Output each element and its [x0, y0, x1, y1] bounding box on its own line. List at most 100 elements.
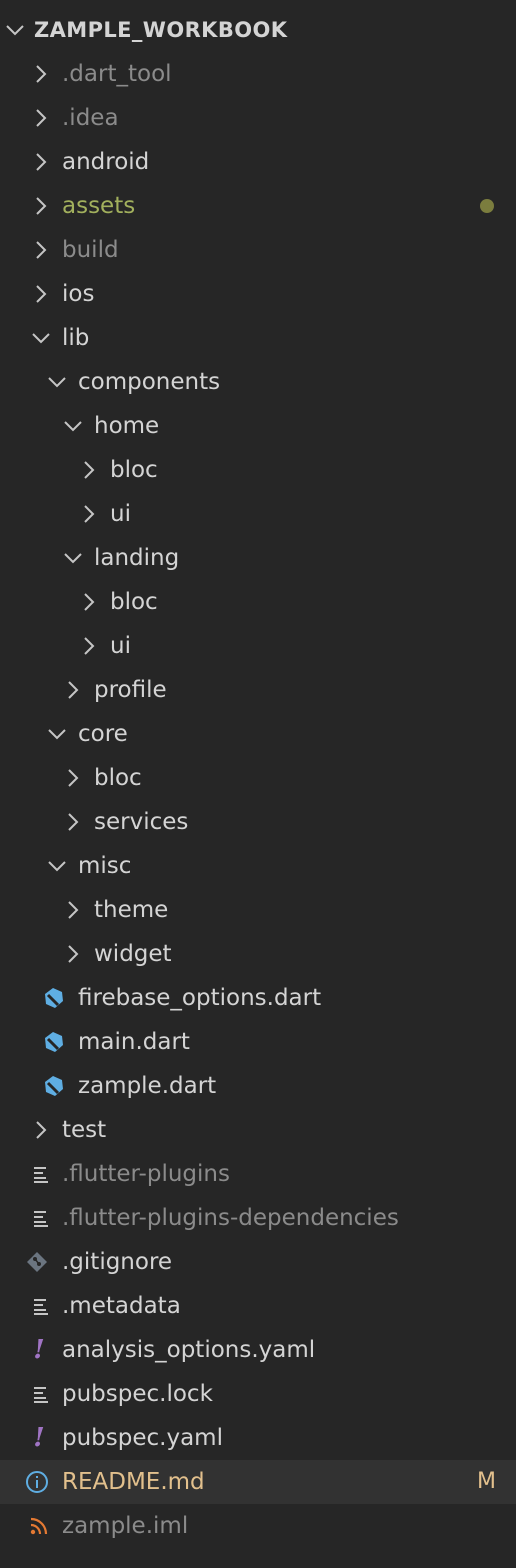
tree-folder-core-services[interactable]: services — [0, 800, 516, 844]
tree-folder-landing-bloc[interactable]: bloc — [0, 580, 516, 624]
tree-file-label: firebase_options.dart — [78, 985, 322, 1011]
tree-folder-landing[interactable]: landing — [0, 536, 516, 580]
tree-folder-core-bloc[interactable]: bloc — [0, 756, 516, 800]
chevron-right-icon[interactable] — [60, 756, 86, 800]
chevron-right-icon[interactable] — [76, 492, 102, 536]
tree-folder-profile[interactable]: profile — [0, 668, 516, 712]
root-folder-label: ZAMPLE_WORKBOOK — [34, 18, 288, 42]
tree-folder-ios[interactable]: ios — [0, 272, 516, 316]
tree-folder-home-bloc[interactable]: bloc — [0, 448, 516, 492]
chevron-right-icon[interactable] — [28, 272, 54, 316]
chevron-right-icon[interactable] — [60, 888, 86, 932]
tree-folder-home[interactable]: home — [0, 404, 516, 448]
chevron-right-icon[interactable] — [76, 580, 102, 624]
chevron-down-icon[interactable] — [60, 536, 86, 580]
dart-icon — [40, 1020, 66, 1064]
dart-icon — [40, 976, 66, 1020]
tree-file-label: .metadata — [62, 1293, 181, 1319]
tree-folder-label: landing — [94, 545, 180, 571]
tree-folder-label: components — [78, 369, 221, 395]
tree-file-label: analysis_options.yaml — [62, 1337, 316, 1363]
chevron-right-icon[interactable] — [28, 52, 54, 96]
chevron-down-icon[interactable] — [60, 404, 86, 448]
tree-folder-build[interactable]: build — [0, 228, 516, 272]
chevron-right-icon[interactable] — [60, 800, 86, 844]
lines-icon — [28, 1284, 54, 1328]
dart-icon — [40, 1064, 66, 1108]
tree-file-main-dart[interactable]: main.dart — [0, 1020, 516, 1064]
tree-folder-label: android — [62, 149, 150, 175]
chevron-right-icon[interactable] — [28, 140, 54, 184]
lines-icon — [28, 1372, 54, 1416]
tree-file-label: zample.dart — [78, 1073, 217, 1099]
tree-folder-assets[interactable]: assets — [0, 184, 516, 228]
chevron-down-icon[interactable] — [28, 316, 54, 360]
tree-file-label: README.md — [62, 1469, 205, 1495]
chevron-down-icon[interactable] — [44, 360, 70, 404]
lines-icon — [28, 1196, 54, 1240]
rss-icon — [26, 1504, 52, 1548]
lines-icon — [28, 1152, 54, 1196]
yaml-icon: ! — [33, 1423, 45, 1453]
tree-folder-label: bloc — [110, 589, 158, 615]
tree-folder-label: ui — [110, 501, 131, 527]
tree-file-metadata[interactable]: .metadata — [0, 1284, 516, 1328]
tree-folder-misc-theme[interactable]: theme — [0, 888, 516, 932]
tree-file-pubspec-yaml[interactable]: ! pubspec.yaml — [0, 1416, 516, 1460]
chevron-down-icon[interactable] — [2, 8, 28, 52]
tree-folder-misc-widget[interactable]: widget — [0, 932, 516, 976]
tree-file-label: .flutter-plugins-dependencies — [62, 1205, 399, 1231]
chevron-right-icon[interactable] — [60, 932, 86, 976]
tree-file-label: pubspec.lock — [62, 1381, 213, 1407]
tree-folder-label: ios — [62, 281, 95, 307]
tree-file-gitignore[interactable]: .gitignore — [0, 1240, 516, 1284]
tree-folder-label: services — [94, 809, 189, 835]
tree-folder-label: misc — [78, 853, 132, 879]
chevron-right-icon[interactable] — [28, 1108, 54, 1152]
chevron-down-icon[interactable] — [44, 844, 70, 888]
info-icon — [24, 1460, 50, 1504]
tree-file-firebase-options[interactable]: firebase_options.dart — [0, 976, 516, 1020]
tree-file-readme[interactable]: README.md M — [0, 1460, 516, 1504]
tree-folder-label: .dart_tool — [62, 61, 172, 87]
tree-file-zample-iml[interactable]: zample.iml — [0, 1504, 516, 1548]
tree-folder-dart-tool[interactable]: .dart_tool — [0, 52, 516, 96]
yaml-icon: ! — [33, 1335, 45, 1365]
tree-file-label: .gitignore — [62, 1249, 173, 1275]
explorer-root-folder[interactable]: ZAMPLE_WORKBOOK — [0, 8, 516, 52]
tree-folder-label: bloc — [110, 457, 158, 483]
chevron-right-icon[interactable] — [28, 96, 54, 140]
tree-folder-label: widget — [94, 941, 172, 967]
tree-file-label: main.dart — [78, 1029, 190, 1055]
chevron-right-icon[interactable] — [76, 624, 102, 668]
tree-folder-label: lib — [62, 325, 90, 351]
tree-folder-idea[interactable]: .idea — [0, 96, 516, 140]
tree-folder-android[interactable]: android — [0, 140, 516, 184]
tree-folder-test[interactable]: test — [0, 1108, 516, 1152]
tree-folder-label: core — [78, 721, 128, 747]
tree-folder-misc[interactable]: misc — [0, 844, 516, 888]
tree-folder-label: .idea — [62, 105, 119, 131]
tree-file-flutter-plugins-dependencies[interactable]: .flutter-plugins-dependencies — [0, 1196, 516, 1240]
tree-folder-label: home — [94, 413, 160, 439]
chevron-right-icon[interactable] — [76, 448, 102, 492]
git-icon — [24, 1240, 50, 1284]
tree-file-label: .flutter-plugins — [62, 1161, 230, 1187]
tree-folder-lib[interactable]: lib — [0, 316, 516, 360]
file-explorer: ZAMPLE_WORKBOOK .dart_tool .idea android… — [0, 8, 516, 1548]
tree-file-flutter-plugins[interactable]: .flutter-plugins — [0, 1152, 516, 1196]
chevron-right-icon[interactable] — [60, 668, 86, 712]
tree-folder-core[interactable]: core — [0, 712, 516, 756]
tree-folder-label: bloc — [94, 765, 142, 791]
chevron-down-icon[interactable] — [44, 712, 70, 756]
tree-folder-label: ui — [110, 633, 131, 659]
tree-file-pubspec-lock[interactable]: pubspec.lock — [0, 1372, 516, 1416]
tree-file-zample-dart[interactable]: zample.dart — [0, 1064, 516, 1108]
tree-folder-landing-ui[interactable]: ui — [0, 624, 516, 668]
tree-folder-components[interactable]: components — [0, 360, 516, 404]
tree-folder-label: profile — [94, 677, 167, 703]
tree-folder-home-ui[interactable]: ui — [0, 492, 516, 536]
tree-file-analysis-options[interactable]: ! analysis_options.yaml — [0, 1328, 516, 1372]
chevron-right-icon[interactable] — [28, 184, 54, 228]
chevron-right-icon[interactable] — [28, 228, 54, 272]
